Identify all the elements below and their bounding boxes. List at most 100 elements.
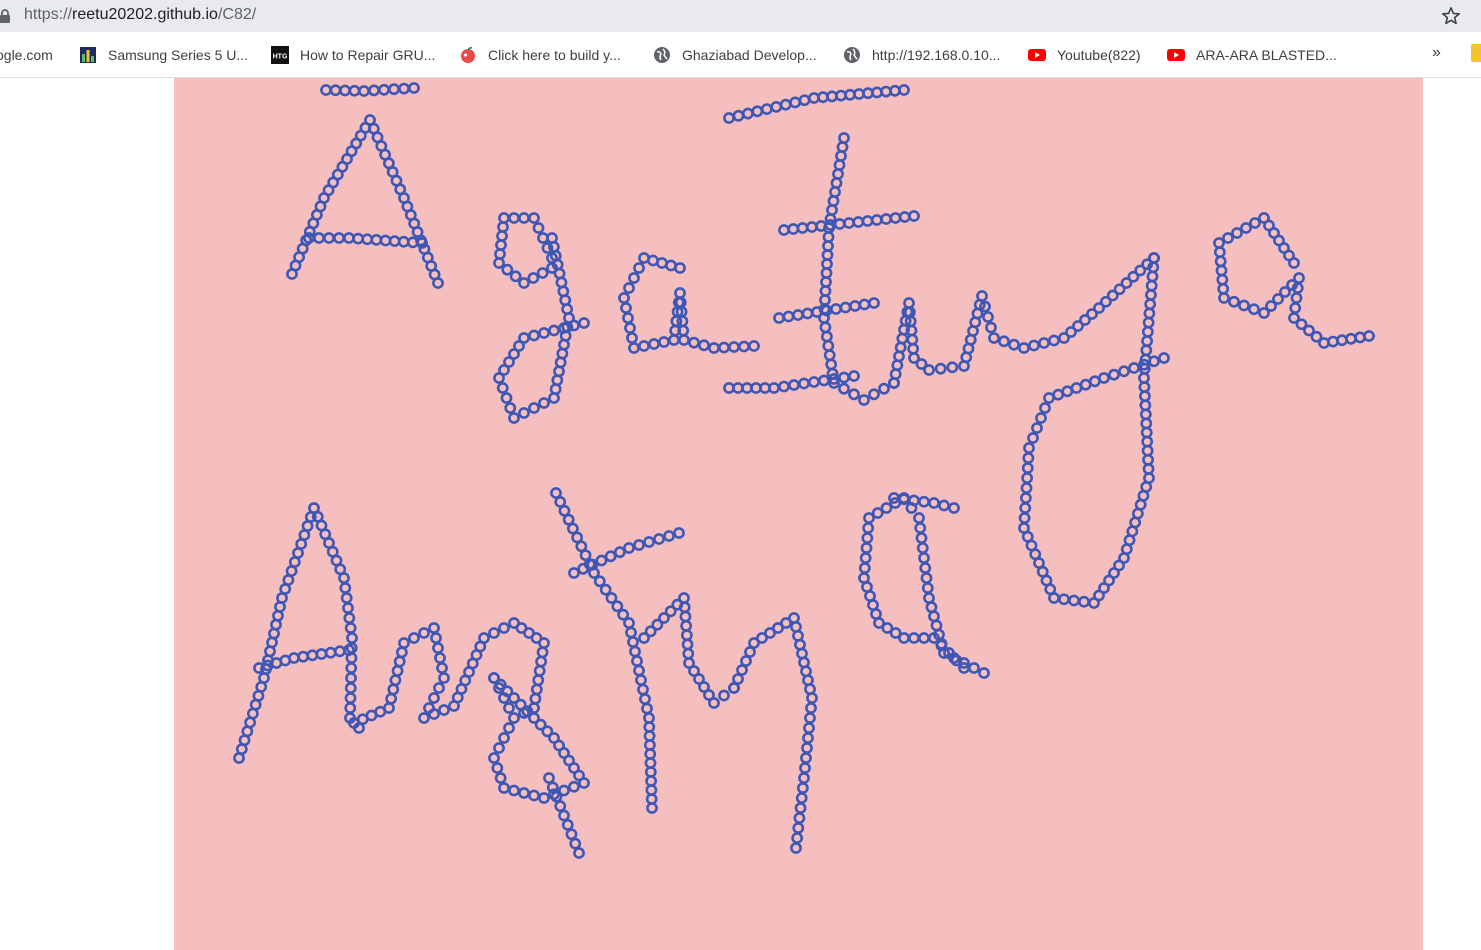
ink-dot [1140,344,1153,357]
ink-dot [501,263,514,276]
ink-dot [827,195,840,207]
ink-dot [1021,462,1034,474]
ink-dot [653,533,665,545]
ink-dot [878,382,890,395]
ink-dot [1061,385,1074,398]
ink-dot [397,235,410,248]
ink-dot [778,380,790,393]
bookmark-build[interactable]: Click here to build y... [459,44,621,66]
bookmark-ghaziabad[interactable]: Ghaziabad Develop... [653,44,817,66]
bookmark-ara[interactable]: ARA-ARA BLASTED... [1167,44,1337,66]
ink-dot [395,646,408,659]
ink-dot [1143,307,1156,320]
bookmark-youtube[interactable]: Youtube(822) [1028,44,1141,66]
ink-dot [498,732,510,744]
ink-dot [533,664,546,677]
youtube-icon [1167,49,1185,61]
ink-dot [1079,378,1092,391]
ink-dot [626,332,638,344]
url-path: /C82/ [217,6,257,23]
handwriting-stroke [818,132,900,406]
ink-dot [863,512,875,524]
ink-dot [732,109,745,122]
ink-dot [770,100,783,113]
bookmark-samsung[interactable]: Samsung Series 5 U... [79,44,248,66]
bookmark-htg[interactable]: HTG How to Repair GRU... [271,44,435,66]
youtube-icon [1028,49,1046,61]
ink-dot [796,222,809,234]
ink-dot [723,112,735,124]
drawing-canvas[interactable] [174,78,1423,950]
red-apple-favicon-icon [461,46,475,63]
more-bookmarks-button[interactable]: » [1432,44,1441,62]
ink-dot [538,327,550,339]
ink-dot [393,655,406,668]
ink-dot [339,582,352,594]
bookmark-label: Samsung Series 5 U... [108,47,249,63]
ink-dot [383,702,395,714]
ink-dot [794,802,807,814]
ink-dot [698,339,710,352]
ink-dot [344,682,357,694]
ink-dot [798,377,810,390]
ink-dot [558,809,570,822]
ink-dot [408,82,420,94]
url-text[interactable]: https://reetu20202.github.io/C82/ [24,6,256,24]
ink-dot [1228,295,1240,308]
ink-dot [681,638,694,651]
handwriting-stroke [888,252,1160,389]
ink-dot [622,312,634,324]
ink-dot [573,847,585,859]
ink-dot [934,362,947,375]
ink-dot [498,622,510,634]
svg-text:HTG: HTG [273,54,288,61]
ink-dot [898,211,911,223]
ink-dot [324,646,337,659]
ink-dot [313,232,325,244]
ink-dot [778,224,790,236]
ink-dot [832,168,844,180]
ink-dot [830,177,843,189]
ink-dot [432,277,444,289]
ink-dot [1118,365,1130,378]
ink-dot [858,562,871,574]
ink-dot [333,645,346,658]
address-bar[interactable]: https://reetu20202.github.io/C82/ [0,0,1481,32]
ink-dot [680,629,693,642]
ink-dot [918,552,930,564]
ink-dot [791,832,804,844]
ink-dot [820,330,833,343]
ink-dot [1018,512,1031,524]
handwriting-stroke [1213,212,1375,349]
ink-dot [913,512,925,524]
ink-dot [538,637,550,649]
ink-dot [536,646,549,659]
ink-dot [518,787,530,799]
ink-dot [538,792,550,804]
ink-dot [620,302,632,314]
handwriting-stroke [568,527,685,579]
ink-dot [623,542,635,554]
other-bookmarks-folder-icon[interactable] [1471,44,1481,62]
ink-dot [1290,292,1303,304]
ink-dot [1240,222,1252,234]
ink-dot [718,689,730,702]
ink-dot [848,370,860,382]
ink-dot [1222,232,1234,244]
bookmark-label: Click here to build y... [488,47,621,63]
ink-dot [1248,303,1260,316]
ink-dot [1098,372,1110,384]
ink-dot [836,141,849,153]
ink-dot [639,693,651,705]
ink-dot [343,612,356,624]
ink-dot [288,652,300,664]
ink-dot [793,812,806,824]
bookmark-star-icon[interactable] [1440,5,1462,27]
ink-dot [1145,289,1157,301]
bookmark-router[interactable]: http://192.168.0.10... [843,44,1000,66]
ink-dot [998,335,1010,348]
handwriting-stroke [493,232,590,424]
ink-dot [1088,375,1101,388]
handwriting-stroke [618,252,760,354]
bookmark-google[interactable]: ogle.com [0,44,53,66]
